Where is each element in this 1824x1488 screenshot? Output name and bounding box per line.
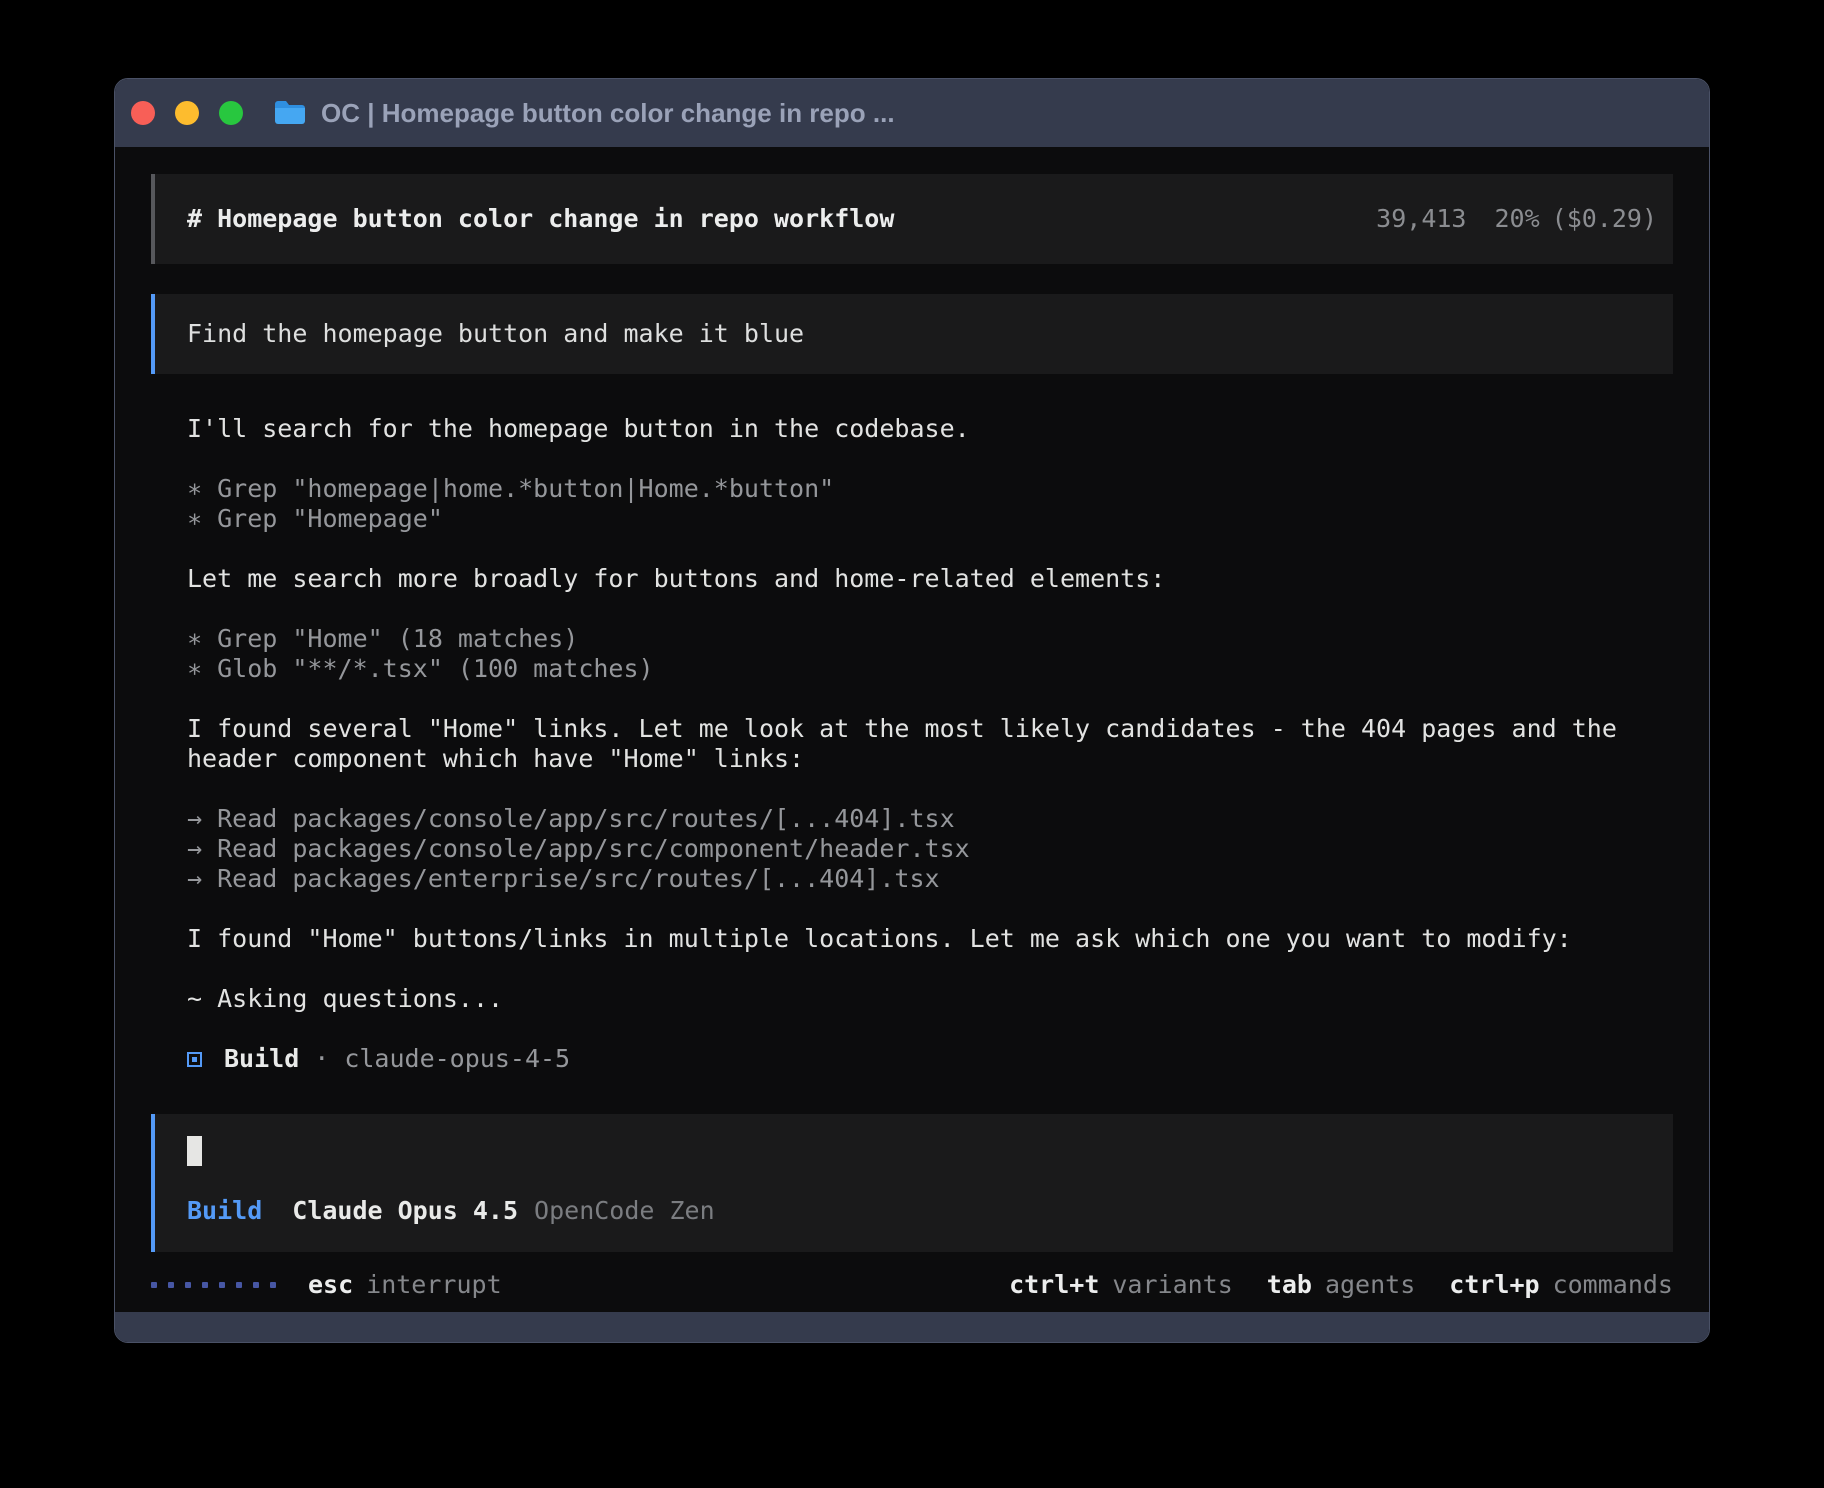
provider-label: OpenCode Zen — [534, 1196, 715, 1226]
window-title: OC | Homepage button color change in rep… — [321, 98, 895, 129]
prompt-input[interactable]: Build Claude Opus 4.5 OpenCode Zen — [151, 1114, 1673, 1252]
working-status-text: ~ Asking questions... — [187, 984, 1673, 1014]
session-header: # Homepage button color change in repo w… — [151, 174, 1673, 264]
agent-name: Build — [224, 1044, 299, 1074]
assistant-message: I'll search for the homepage button in t… — [187, 414, 1673, 444]
input-footer: Build Claude Opus 4.5 OpenCode Zen — [187, 1196, 1641, 1226]
session-stats: 39,413 20% ($0.29) — [1376, 204, 1657, 234]
terminal-window: OC | Homepage button color change in rep… — [114, 78, 1710, 1343]
traffic-lights — [131, 101, 243, 125]
folder-icon — [273, 99, 307, 127]
user-message: Find the homepage button and make it blu… — [151, 294, 1673, 374]
shortcut-label: variants — [1112, 1270, 1232, 1300]
context-percentage: 20% — [1494, 204, 1539, 234]
tool-call-grep: ∗ Grep "Homepage" — [187, 504, 1673, 534]
user-message-text: Find the homepage button and make it blu… — [187, 319, 804, 348]
shortcut-agents[interactable]: tab agents — [1267, 1270, 1415, 1300]
status-right: ctrl+t variants tab agents ctrl+p comman… — [1009, 1270, 1673, 1300]
tool-call-grep: ∗ Grep "Home" (18 matches) — [187, 624, 1673, 654]
assistant-message: I found "Home" buttons/links in multiple… — [187, 924, 1673, 954]
tool-call-group: ∗ Grep "Home" (18 matches) ∗ Glob "**/*.… — [187, 624, 1673, 684]
agent-info-line: Build · claude-opus-4-5 — [187, 1044, 1673, 1074]
square-dot-icon — [187, 1052, 202, 1067]
shortcut-key: ctrl+p — [1449, 1270, 1539, 1300]
assistant-message: Let me search more broadly for buttons a… — [187, 564, 1673, 594]
shortcut-key-esc[interactable]: esc — [308, 1270, 353, 1300]
tool-call-read: → Read packages/enterprise/src/routes/[.… — [187, 864, 1673, 894]
session-cost: ($0.29) — [1552, 204, 1657, 234]
shortcut-variants[interactable]: ctrl+t variants — [1009, 1270, 1233, 1300]
maximize-button[interactable] — [219, 101, 243, 125]
session-title: # Homepage button color change in repo w… — [187, 204, 894, 234]
model-label[interactable]: Claude Opus 4.5 — [292, 1196, 518, 1226]
status-bar: esc interrupt ctrl+t variants tab agents… — [151, 1270, 1673, 1300]
tool-call-group: → Read packages/console/app/src/routes/[… — [187, 804, 1673, 894]
status-left: esc interrupt — [151, 1270, 502, 1300]
tool-call-read: → Read packages/console/app/src/routes/[… — [187, 804, 1673, 834]
titlebar[interactable]: OC | Homepage button color change in rep… — [115, 79, 1709, 147]
tool-call-grep: ∗ Grep "homepage|home.*button|Home.*butt… — [187, 474, 1673, 504]
minimize-button[interactable] — [175, 101, 199, 125]
shortcut-label: commands — [1553, 1270, 1673, 1300]
agent-mode-label[interactable]: Build — [187, 1196, 262, 1226]
tool-call-glob: ∗ Glob "**/*.tsx" (100 matches) — [187, 654, 1673, 684]
text-cursor — [187, 1136, 202, 1166]
window-footer — [115, 1312, 1709, 1342]
tool-call-group: ∗ Grep "homepage|home.*button|Home.*butt… — [187, 474, 1673, 534]
token-count: 39,413 — [1376, 204, 1466, 234]
shortcut-label: agents — [1325, 1270, 1415, 1300]
agent-model: claude-opus-4-5 — [344, 1044, 570, 1074]
terminal-content: # Homepage button color change in repo w… — [115, 147, 1709, 1312]
shortcut-commands[interactable]: ctrl+p commands — [1449, 1270, 1673, 1300]
working-spinner-icon — [151, 1282, 276, 1288]
tool-call-read: → Read packages/console/app/src/componen… — [187, 834, 1673, 864]
close-button[interactable] — [131, 101, 155, 125]
conversation-transcript: I'll search for the homepage button in t… — [187, 414, 1673, 1074]
assistant-message: I found several "Home" links. Let me loo… — [187, 714, 1673, 774]
shortcut-key: ctrl+t — [1009, 1270, 1099, 1300]
shortcut-label-interrupt: interrupt — [366, 1270, 501, 1300]
shortcut-key: tab — [1267, 1270, 1312, 1300]
separator-dot: · — [314, 1044, 329, 1074]
